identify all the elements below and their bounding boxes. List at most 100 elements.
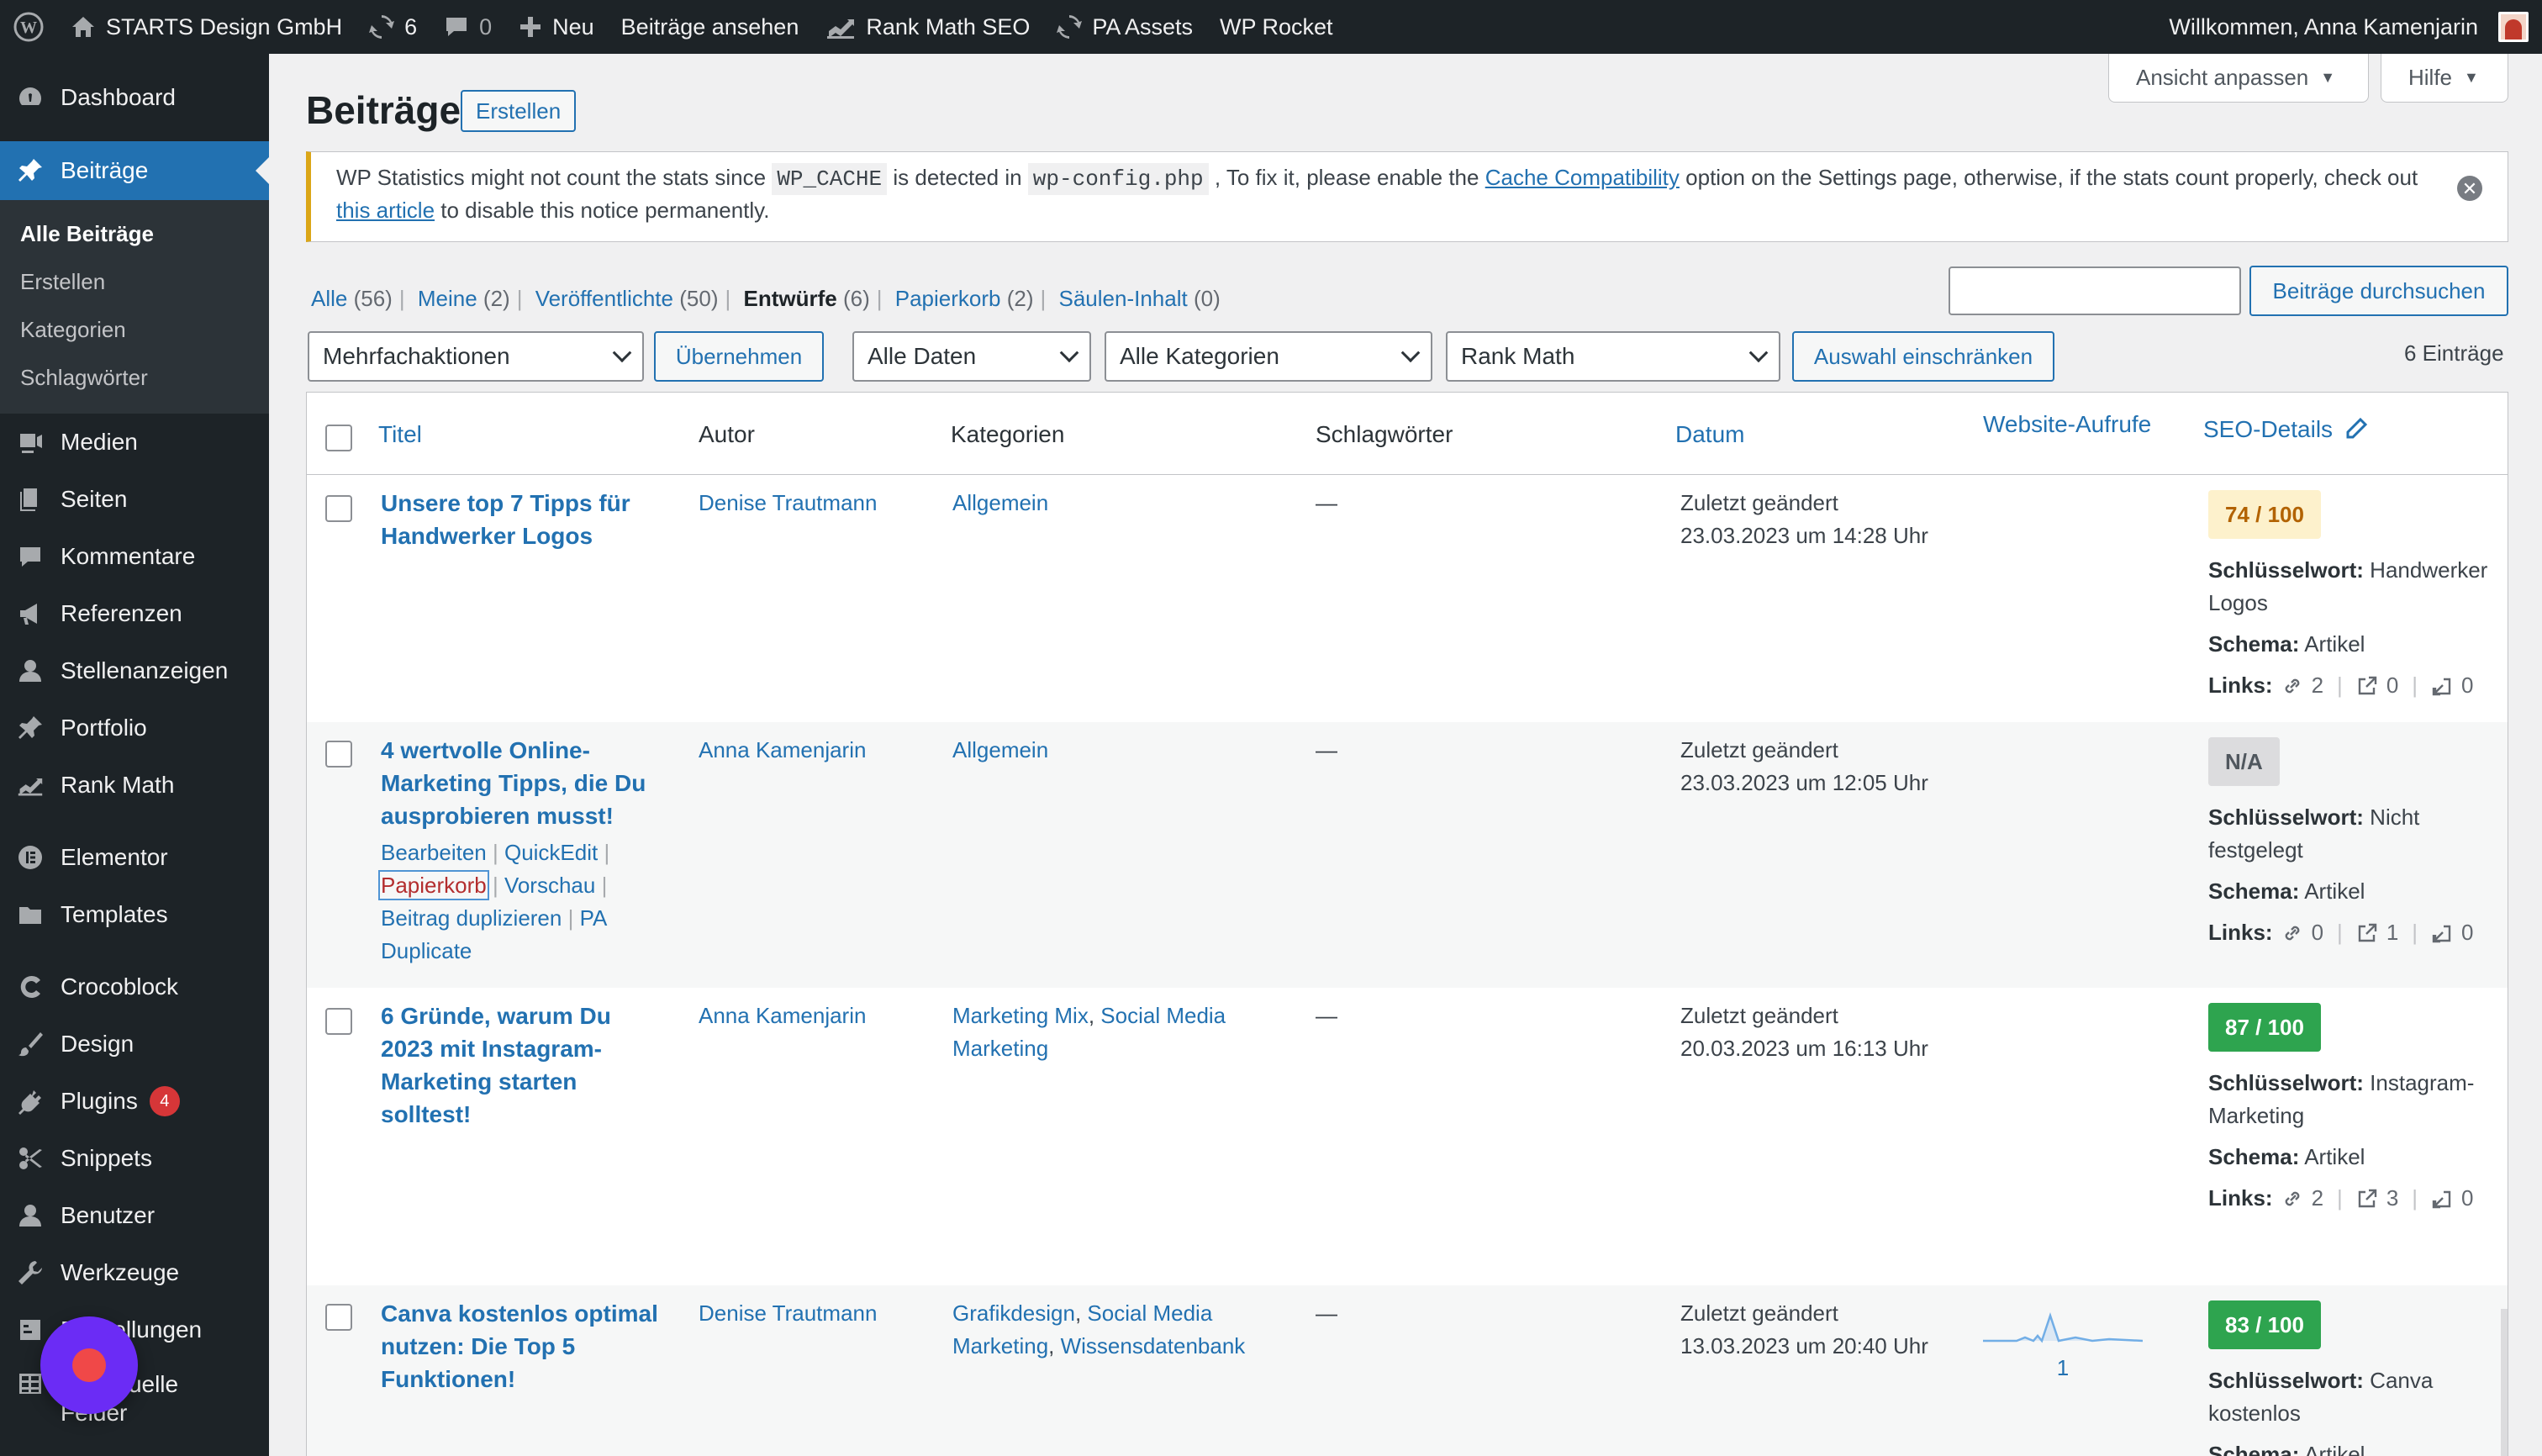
bulk-actions-select[interactable]: Mehrfachaktionen [308,331,644,382]
menu-tools[interactable]: Werkzeuge [0,1244,269,1301]
chevron-down-icon [612,343,632,363]
visits-sparkline: 1 [1983,1304,2144,1385]
category-link[interactable]: Allgemein [952,734,1048,767]
view-posts-link[interactable]: Beiträge ansehen [608,0,813,54]
category-link[interactable]: Marketing Mix [952,1003,1089,1028]
quickedit-link[interactable]: QuickEdit [504,840,598,865]
rank-math-menu[interactable]: Rank Math SEO [812,0,1043,54]
screen-options-button[interactable]: Ansicht anpassen ▼ [2108,54,2369,103]
category-link[interactable]: Allgemein [952,487,1048,520]
menu-users[interactable]: Benutzer [0,1187,269,1244]
category-link[interactable]: Wissensdatenbank [1061,1333,1246,1358]
menu-snippets[interactable]: Snippets [0,1130,269,1187]
rankmath-filter-select[interactable]: Rank Math [1446,331,1780,382]
wp-logo-menu[interactable]: W [0,0,57,54]
menu-elementor-label: Elementor [61,844,168,870]
tags-value: — [1316,490,1337,515]
post-title-link[interactable]: 4 wertvolle Online-Marketing Tipps, die … [381,734,667,832]
column-seo-details[interactable]: SEO-Details [2203,416,2368,443]
settings-icon [17,1316,44,1343]
column-date[interactable]: Datum [1675,421,1744,448]
close-icon[interactable]: ✕ [2457,176,2482,201]
author-name: Denise Trautmann [699,1300,878,1326]
menu-plugins[interactable]: Plugins 4 [0,1073,269,1130]
view-trash[interactable]: Papierkorb [895,286,1001,311]
submenu-all-posts[interactable]: Alle Beiträge [0,210,269,258]
submenu-categories[interactable]: Kategorien [0,306,269,354]
view-published[interactable]: Veröffentlichte [535,286,673,311]
view-drafts[interactable]: Entwürfe [743,286,836,311]
paintbrush-icon [17,1031,44,1058]
menu-comments[interactable]: Kommentare [0,528,269,585]
submenu-tags[interactable]: Schlagwörter [0,354,269,402]
menu-design[interactable]: Design [0,1016,269,1073]
cache-compatibility-link[interactable]: Cache Compatibility [1485,165,1680,190]
scrollbar[interactable] [2501,1309,2508,1456]
menu-templates[interactable]: Templates [0,886,269,943]
submenu-create[interactable]: Erstellen [0,258,269,306]
date-value: 20.03.2023 um 16:13 Uhr [1680,1036,1928,1061]
trash-link[interactable]: Papierkorb [378,870,489,900]
post-title-link[interactable]: 6 Gründe, warum Du 2023 mit Instagram-Ma… [381,1000,667,1131]
search-input[interactable] [1949,266,2241,315]
column-title[interactable]: Titel [378,421,422,448]
seo-score-badge: 87 / 100 [2208,1003,2321,1052]
menu-crocoblock[interactable]: Crocoblock [0,958,269,1016]
categories-list: Marketing Mix, Social Media Marketing [952,1003,1226,1061]
menu-comments-label: Kommentare [61,543,196,569]
menu-rankmath[interactable]: Rank Math [0,757,269,814]
dashboard-icon [17,84,44,111]
account-menu[interactable]: Willkommen, Anna Kamenjarin [2155,0,2542,54]
seo-keyword: Schlüsselwort: Handwerker Logos [2208,554,2494,620]
column-visits[interactable]: Website-Aufrufe [1983,411,2151,438]
help-label: Hilfe [2408,65,2453,90]
updates-menu[interactable]: 6 [356,0,430,54]
view-all[interactable]: Alle [311,286,347,311]
date-filter-select[interactable]: Alle Daten [852,331,1091,382]
floating-record-button[interactable] [40,1316,138,1414]
preview-link[interactable]: Vorschau [504,873,595,898]
author-link[interactable]: Anna Kamenjarin [699,1000,866,1032]
external-link-icon [2358,676,2377,694]
menu-dashboard[interactable]: Dashboard [0,69,269,126]
links-label: Links: [2208,920,2273,945]
wp-rocket-menu[interactable]: WP Rocket [1206,0,1347,54]
search-posts-button[interactable]: Beiträge durchsuchen [2249,266,2508,316]
edit-link[interactable]: Bearbeiten [381,840,487,865]
menu-posts[interactable]: Beiträge [0,141,269,200]
filter-button[interactable]: Auswahl einschränken [1792,331,2054,382]
menu-portfolio[interactable]: Portfolio [0,699,269,757]
author-link[interactable]: Anna Kamenjarin [699,734,866,767]
category-filter-select[interactable]: Alle Kategorien [1105,331,1432,382]
new-content-menu[interactable]: Neu [505,0,608,54]
pa-assets-menu[interactable]: PA Assets [1043,0,1206,54]
duplicate-link[interactable]: Beitrag duplizieren [381,905,562,931]
view-all-count: (56) [353,286,393,311]
row-checkbox[interactable] [325,741,352,768]
view-mine[interactable]: Meine [418,286,477,311]
comments-menu[interactable]: 0 [430,0,505,54]
menu-references[interactable]: Referenzen [0,585,269,642]
row-checkbox[interactable] [325,1008,352,1035]
column-categories: Kategorien [951,421,1065,447]
site-name-menu[interactable]: STARTS Design GmbH [57,0,356,54]
view-pillar-count: (0) [1193,286,1221,311]
visits-count[interactable]: 1 [1983,1352,2143,1385]
row-checkbox[interactable] [325,495,352,522]
author-link[interactable]: Denise Trautmann [699,487,877,520]
post-title-link[interactable]: Unsere top 7 Tipps für Handwerker Logos [381,487,667,552]
author-link[interactable]: Denise Trautmann [699,1297,877,1330]
menu-media[interactable]: Medien [0,414,269,471]
select-all-checkbox[interactable] [325,425,352,451]
this-article-link[interactable]: this article [336,198,435,223]
post-title-link[interactable]: Canva kostenlos optimal nutzen: Die Top … [381,1297,675,1395]
view-pillar-content[interactable]: Säulen-Inhalt [1058,286,1187,311]
menu-jobs[interactable]: Stellenanzeigen [0,642,269,699]
menu-elementor[interactable]: Elementor [0,829,269,886]
category-link[interactable]: Grafikdesign [952,1300,1075,1326]
menu-pages[interactable]: Seiten [0,471,269,528]
row-checkbox[interactable] [325,1304,352,1331]
help-button[interactable]: Hilfe ▼ [2381,54,2508,103]
apply-button[interactable]: Übernehmen [654,331,824,382]
create-post-button[interactable]: Erstellen [461,90,577,132]
